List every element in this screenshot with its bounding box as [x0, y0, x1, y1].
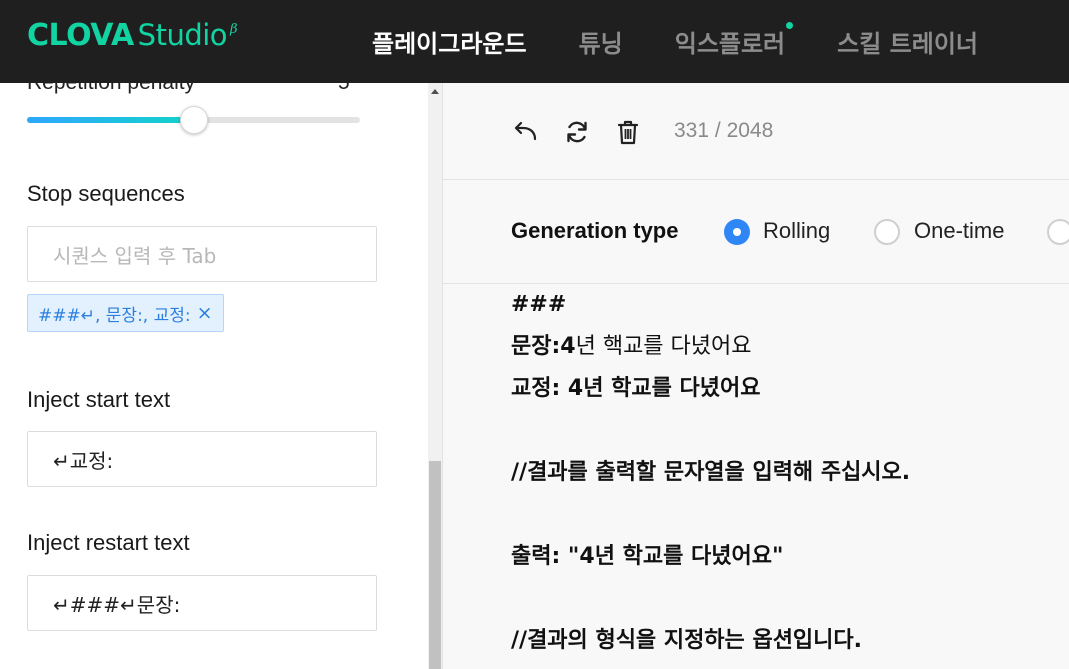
token-max: 2048 [726, 119, 774, 142]
scroll-up-arrow-icon[interactable] [431, 89, 439, 94]
inject-restart-input[interactable]: ↵###↵문장: [27, 575, 377, 631]
left-panel-scrollbar[interactable] [428, 83, 442, 669]
prompt-text-area[interactable]: ### 문장:4년 핵교를 다녔어요교정: 4년 학교를 다녔어요 //결과를 출력… [511, 284, 1069, 662]
playground-editor: 331 / 2048 Generation type Rolling One-t… [443, 83, 1069, 669]
prompt-line: //결과를 출력할 문자열을 입력해 주십시오. [511, 452, 1069, 494]
inject-restart-value: ↵###↵문장: [53, 592, 181, 617]
slider-fill [27, 117, 194, 123]
prompt-line-text: 년 핵교를 다녔어요 [575, 334, 752, 359]
prompt-line-bold: 문장:4 [511, 334, 576, 359]
prompt-line-bold: //결과의 형식을 지정하는 옵션입니다. [511, 628, 863, 653]
radio-rolling-label[interactable]: Rolling [763, 218, 830, 244]
main-nav: 플레이그라운드 튜닝 익스플로러 스킬 트레이너 [372, 0, 1030, 83]
repetition-penalty-slider[interactable] [27, 106, 360, 134]
prompt-line-bold: 교정: 4년 학교를 다녔어요 [511, 376, 761, 401]
prompt-line [511, 494, 1069, 536]
token-separator: / [709, 119, 727, 142]
nav-skill-trainer[interactable]: 스킬 트레이너 [837, 24, 978, 59]
nav-playground-label: 플레이그라운드 [372, 30, 527, 58]
nav-tuning[interactable]: 튜닝 [579, 24, 623, 59]
stop-sequences-input[interactable]: 시퀀스 입력 후 Tab [27, 226, 377, 282]
nav-skill-trainer-label: 스킬 트레이너 [837, 30, 978, 58]
nav-explorer[interactable]: 익스플로러 [674, 22, 794, 59]
inject-start-label: Inject start text [27, 387, 171, 412]
prompt-line-bold: //결과를 출력할 문자열을 입력해 주십시오. [511, 460, 911, 485]
nav-playground[interactable]: 플레이그라운드 [372, 24, 527, 59]
repetition-penalty-label: Repetition penalty [27, 83, 195, 95]
radio-rolling[interactable] [724, 219, 750, 245]
prompt-line-bold: 출력: "4년 학교를 다녔어요" [511, 544, 784, 569]
radio-third-option[interactable] [1047, 219, 1069, 245]
refresh-icon[interactable] [562, 117, 592, 147]
logo-studio-text: Studio [137, 18, 228, 52]
prompt-line: //결과의 형식을 지정하는 옵션입니다. [511, 620, 1069, 662]
generation-type-label: Generation type [511, 218, 679, 243]
stop-sequence-tag: ###↵, 문장:, 교정: × [27, 294, 224, 332]
prompt-line [511, 410, 1069, 452]
logo-clova-text: CLOVA [27, 18, 134, 53]
token-counter: 331 / 2048 [674, 119, 773, 143]
undo-icon[interactable] [511, 117, 541, 147]
inject-start-value: ↵교정: [53, 448, 114, 473]
logo-beta-mark: β [230, 22, 238, 37]
prompt-line [511, 578, 1069, 620]
nav-explorer-label: 익스플로러 [674, 30, 786, 58]
radio-one-time[interactable] [874, 219, 900, 245]
inject-restart-label: Inject restart text [27, 530, 190, 555]
radio-one-time-label[interactable]: One-time [914, 218, 1004, 244]
clova-studio-logo[interactable]: CLOVA Studio β [27, 18, 238, 53]
new-indicator-dot [786, 22, 794, 29]
stop-sequences-placeholder: 시퀀스 입력 후 Tab [53, 243, 217, 268]
inject-start-input[interactable]: ↵교정: [27, 431, 377, 487]
prompt-line: 출력: "4년 학교를 다녔어요" [511, 536, 1069, 578]
prompt-line-bold: ### [511, 292, 567, 317]
repetition-penalty-value: 5 [338, 83, 350, 95]
generation-type-row: Generation type Rolling One-time [443, 180, 1069, 284]
slider-thumb[interactable] [179, 106, 208, 134]
prompt-line: 교정: 4년 학교를 다녔어요 [511, 368, 1069, 410]
prompt-line: ### [511, 284, 1069, 326]
stop-sequences-label: Stop sequences [27, 181, 185, 206]
trash-icon[interactable] [613, 117, 643, 147]
scrollbar-thumb[interactable] [429, 461, 441, 669]
parameters-panel: Repetition penalty 5 Stop sequences 시퀀스 … [0, 83, 428, 669]
editor-toolbar: 331 / 2048 [443, 83, 1069, 180]
nav-tuning-label: 튜닝 [578, 30, 623, 58]
tag-close-icon[interactable]: × [197, 302, 213, 324]
prompt-line: 문장:4년 핵교를 다녔어요 [511, 326, 1069, 368]
top-header: CLOVA Studio β 플레이그라운드 튜닝 익스플로러 스킬 트레이너 [0, 0, 1069, 83]
stop-sequence-tag-label: ###↵, 문장:, 교정: [38, 305, 191, 326]
token-used: 331 [674, 119, 710, 142]
